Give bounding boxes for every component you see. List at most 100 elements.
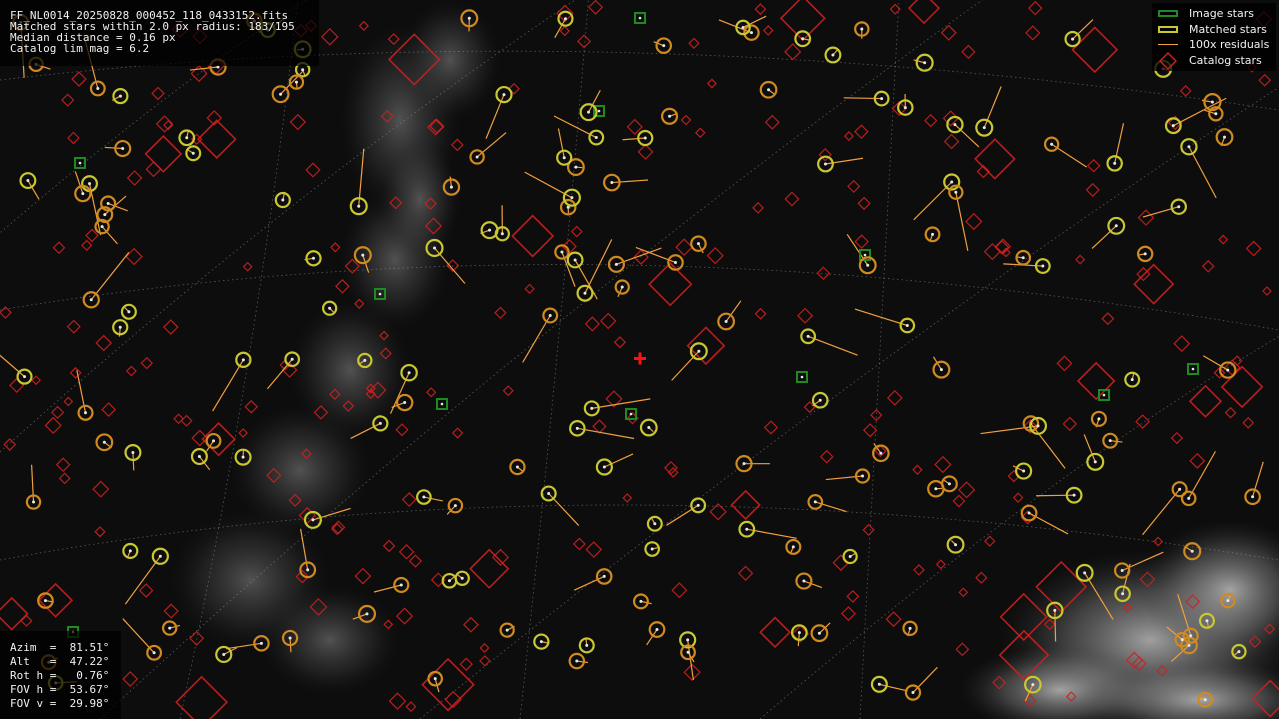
star-core	[1223, 135, 1227, 139]
star-core	[668, 114, 672, 118]
star-core	[357, 204, 361, 208]
star-core	[43, 599, 47, 603]
star-core	[982, 126, 986, 130]
star-core	[447, 579, 451, 583]
star-core	[697, 349, 701, 353]
star-core	[290, 357, 294, 361]
star-core	[453, 504, 457, 508]
star-core	[620, 285, 624, 289]
star-core	[831, 53, 835, 57]
star-core	[84, 411, 88, 415]
star-core	[610, 181, 614, 185]
star-core	[241, 358, 245, 362]
star-core	[128, 549, 132, 553]
star-core	[931, 232, 935, 236]
star-core	[1171, 124, 1175, 128]
star-core	[460, 576, 464, 580]
star-core	[587, 110, 591, 114]
star-core	[1036, 424, 1040, 428]
star-core	[1205, 619, 1209, 623]
star-core	[800, 375, 804, 379]
star-core	[801, 37, 805, 41]
star-core	[88, 182, 92, 186]
star-core	[279, 92, 283, 96]
legend-matched-stars: Matched stars	[1152, 22, 1276, 38]
star-core	[363, 358, 367, 362]
star-core	[1072, 493, 1076, 497]
star-core	[570, 196, 574, 200]
star-core	[923, 61, 927, 65]
star-core	[562, 156, 566, 160]
star-core	[378, 421, 382, 425]
star-core	[817, 631, 821, 635]
star-core	[848, 555, 852, 559]
star-core	[328, 306, 332, 310]
pointing-info-panel: Azim = 81.51° Alt = 47.22° Rot h = 0.76°…	[0, 631, 121, 719]
star-core	[954, 190, 958, 194]
star-core	[602, 465, 606, 469]
star-core	[185, 136, 189, 140]
star-core	[212, 439, 216, 443]
star-core	[1226, 599, 1230, 603]
star-core	[1226, 368, 1230, 372]
star-core	[281, 198, 285, 202]
star-core	[861, 474, 865, 478]
star-core	[908, 626, 912, 630]
star-core	[103, 213, 107, 217]
star-core	[573, 258, 577, 262]
star-core	[939, 368, 943, 372]
residual-line	[132, 452, 135, 471]
green-square-icon	[1158, 10, 1178, 17]
star-core	[791, 545, 795, 549]
star-core	[1189, 634, 1193, 638]
star-core	[647, 426, 651, 430]
star-core	[433, 677, 437, 681]
star-core	[823, 162, 827, 166]
star-core	[121, 147, 125, 151]
star-core	[1050, 142, 1054, 146]
star-core	[1097, 417, 1101, 421]
star-core	[863, 253, 867, 257]
catalog-limit-magnitude: Catalog lim mag = 6.2	[10, 42, 150, 55]
star-core	[407, 371, 411, 375]
fov-vertical-readout: FOV v = 29.98°	[10, 697, 110, 710]
star-core	[1108, 439, 1112, 443]
star-core	[312, 256, 316, 260]
star-core	[724, 319, 728, 323]
star-core	[1187, 496, 1191, 500]
star-core	[574, 165, 578, 169]
cloud-patch	[260, 585, 400, 695]
star-core	[539, 640, 543, 644]
star-core	[1237, 650, 1241, 654]
star-core	[643, 136, 647, 140]
star-core	[560, 250, 564, 254]
star-core	[81, 192, 85, 196]
star-core	[585, 643, 589, 647]
star-core	[1083, 571, 1087, 575]
star-core	[449, 185, 453, 189]
star-core	[1210, 100, 1214, 104]
star-core	[1022, 469, 1026, 473]
star-core	[1143, 252, 1147, 256]
fit-info-panel: FF_NL0014_20250828_000452_118_0433152.fi…	[0, 0, 319, 66]
star-core	[1177, 205, 1181, 209]
star-core	[1093, 460, 1097, 464]
legend: Image stars Matched stars 100x residuals…	[1152, 3, 1276, 71]
star-core	[102, 440, 106, 444]
star-core	[361, 253, 365, 257]
star-core	[879, 451, 883, 455]
star-core	[905, 323, 909, 327]
rotation-readout: Rot h = 0.76°	[10, 669, 110, 682]
star-core	[797, 631, 801, 635]
star-core	[745, 527, 749, 531]
star-core	[1071, 37, 1075, 41]
star-core	[813, 500, 817, 504]
star-core	[575, 659, 579, 663]
star-core	[191, 151, 195, 155]
star-core	[1203, 698, 1207, 702]
star-core	[26, 179, 30, 183]
star-core	[614, 262, 618, 266]
star-core	[1113, 161, 1117, 165]
star-core	[696, 503, 700, 507]
star-core	[378, 292, 382, 296]
